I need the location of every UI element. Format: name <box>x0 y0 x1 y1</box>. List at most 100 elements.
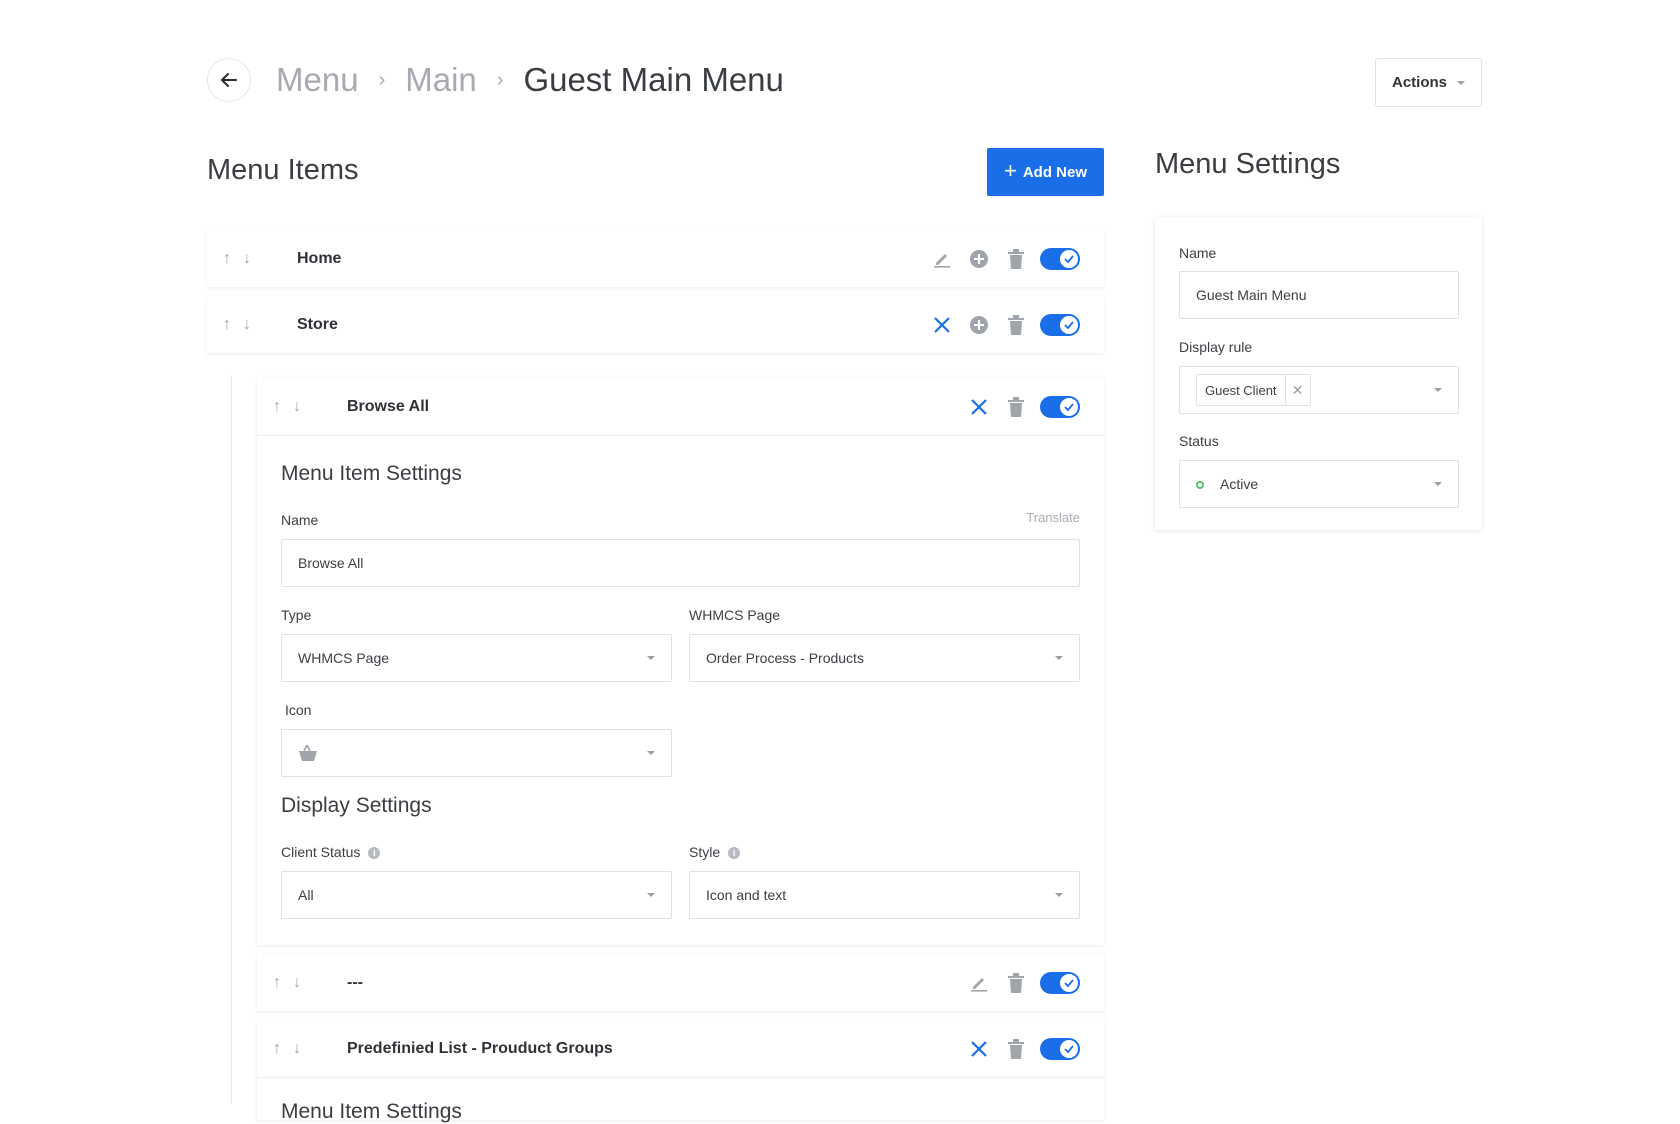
nesting-line <box>231 375 232 1104</box>
style-label: Style i <box>689 844 741 860</box>
enabled-toggle[interactable] <box>1040 971 1080 994</box>
client-status-label: Client Status i <box>281 844 381 860</box>
move-up-icon[interactable]: ↑ <box>223 316 231 334</box>
actions-button[interactable]: Actions <box>1375 58 1482 107</box>
chevron-down-icon <box>647 656 655 660</box>
trash-icon[interactable] <box>997 1038 1034 1059</box>
check-icon <box>1060 1039 1078 1058</box>
menu-item-label: Store <box>297 315 338 333</box>
status-select[interactable]: Active <box>1179 460 1459 508</box>
enabled-toggle[interactable] <box>1040 395 1080 418</box>
move-down-icon[interactable]: ↓ <box>293 974 301 992</box>
client-status-label-text: Client Status <box>281 844 361 860</box>
check-icon <box>1060 249 1078 268</box>
status-value-wrap: Active <box>1196 476 1258 492</box>
add-circle-icon[interactable] <box>960 249 997 269</box>
menu-item-row-store[interactable]: ↑ ↓ Store <box>207 296 1104 353</box>
chevron-down-icon <box>1055 893 1063 897</box>
translate-link[interactable]: Translate <box>1026 510 1080 525</box>
menu-item-label: Home <box>297 249 342 267</box>
breadcrumb: Menu › Main › Guest Main Menu <box>276 60 784 100</box>
check-icon <box>1060 315 1078 334</box>
trash-icon[interactable] <box>997 314 1034 335</box>
display-rule-tag: Guest Client ✕ <box>1196 374 1311 406</box>
item-name-input[interactable]: Browse All <box>281 539 1080 587</box>
menu-name-value: Guest Main Menu <box>1196 287 1307 303</box>
menu-item-settings-title: Menu Item Settings <box>281 462 462 485</box>
enabled-toggle[interactable] <box>1040 313 1080 336</box>
trash-icon[interactable] <box>997 972 1034 993</box>
menu-item-row-browse-all[interactable]: ↑ ↓ Browse All Menu Item Settings Name Tr… <box>257 378 1104 945</box>
client-status-select[interactable]: All <box>281 871 672 919</box>
arrow-left-icon <box>221 73 237 87</box>
move-down-icon[interactable]: ↓ <box>243 316 251 334</box>
breadcrumb-menu[interactable]: Menu <box>276 61 359 99</box>
edit-icon[interactable] <box>960 973 997 993</box>
move-down-icon[interactable]: ↓ <box>243 250 251 268</box>
chevron-down-icon <box>1055 656 1063 660</box>
trash-icon[interactable] <box>997 396 1034 417</box>
page-title: Guest Main Menu <box>523 61 784 98</box>
display-settings-title: Display Settings <box>281 794 432 817</box>
close-icon[interactable]: ✕ <box>1286 382 1310 399</box>
type-value: WHMCS Page <box>298 650 390 666</box>
enabled-toggle[interactable] <box>1040 247 1080 270</box>
add-circle-icon[interactable] <box>960 315 997 335</box>
menu-item-row-predefined-list[interactable]: ↑ ↓ Predefinied List - Prouduct Groups Me… <box>257 1020 1104 1123</box>
menu-settings-card: Name Guest Main Menu Display rule Guest … <box>1155 217 1482 530</box>
menu-name-input[interactable]: Guest Main Menu <box>1179 271 1459 319</box>
icon-select[interactable] <box>281 729 672 777</box>
status-dot-icon <box>1196 481 1204 489</box>
check-icon <box>1060 397 1078 416</box>
status-value: Active <box>1220 476 1259 492</box>
chevron-down-icon <box>1434 482 1442 486</box>
whmcs-page-value: Order Process - Products <box>706 650 864 666</box>
add-new-label: Add New <box>1022 163 1088 181</box>
breadcrumb-main[interactable]: Main <box>405 61 477 99</box>
style-value: Icon and text <box>706 887 787 903</box>
display-rule-tag-label: Guest Client <box>1197 375 1286 405</box>
move-down-icon[interactable]: ↓ <box>293 1040 301 1058</box>
info-icon[interactable]: i <box>368 847 381 859</box>
move-up-icon[interactable]: ↑ <box>273 1040 281 1058</box>
chevron-down-icon <box>1434 388 1442 392</box>
chevron-down-icon <box>647 751 655 755</box>
move-down-icon[interactable]: ↓ <box>293 398 301 416</box>
menu-item-row-home[interactable]: ↑ ↓ Home <box>207 230 1104 287</box>
menu-items-title: Menu Items <box>207 154 359 186</box>
client-status-value: All <box>298 887 314 903</box>
display-rule-select[interactable]: Guest Client ✕ <box>1179 366 1459 414</box>
menu-item-label: Predefinied List - Prouduct Groups <box>347 1039 613 1057</box>
back-button[interactable] <box>207 58 251 102</box>
info-icon[interactable]: i <box>728 847 741 859</box>
item-name-value: Browse All <box>298 555 364 571</box>
chevron-right-icon: › <box>378 68 386 91</box>
menu-item-label: Browse All <box>347 397 430 415</box>
type-label: Type <box>281 607 312 623</box>
name-label: Name <box>281 512 319 528</box>
type-select[interactable]: WHMCS Page <box>281 634 672 682</box>
close-icon[interactable] <box>923 316 960 334</box>
icon-label: Icon <box>285 702 312 718</box>
style-select[interactable]: Icon and text <box>689 871 1080 919</box>
display-rule-label: Display rule <box>1179 339 1253 355</box>
plus-icon: + <box>1003 158 1017 183</box>
trash-icon[interactable] <box>997 248 1034 269</box>
close-icon[interactable] <box>960 1040 997 1058</box>
enabled-toggle[interactable] <box>1040 1037 1080 1060</box>
close-icon[interactable] <box>960 398 997 416</box>
basket-icon <box>299 744 317 761</box>
edit-icon[interactable] <box>923 249 960 269</box>
style-label-text: Style <box>689 844 721 860</box>
actions-label: Actions <box>1391 74 1447 91</box>
move-up-icon[interactable]: ↑ <box>273 974 281 992</box>
chevron-down-icon <box>647 893 655 897</box>
move-up-icon[interactable]: ↑ <box>223 250 231 268</box>
add-new-button[interactable]: + Add New <box>987 148 1104 196</box>
check-icon <box>1060 973 1078 992</box>
move-up-icon[interactable]: ↑ <box>273 398 281 416</box>
menu-item-row-separator[interactable]: ↑ ↓ --- <box>257 954 1104 1011</box>
menu-name-label: Name <box>1179 245 1217 261</box>
whmcs-page-label: WHMCS Page <box>689 607 781 623</box>
whmcs-page-select[interactable]: Order Process - Products <box>689 634 1080 682</box>
